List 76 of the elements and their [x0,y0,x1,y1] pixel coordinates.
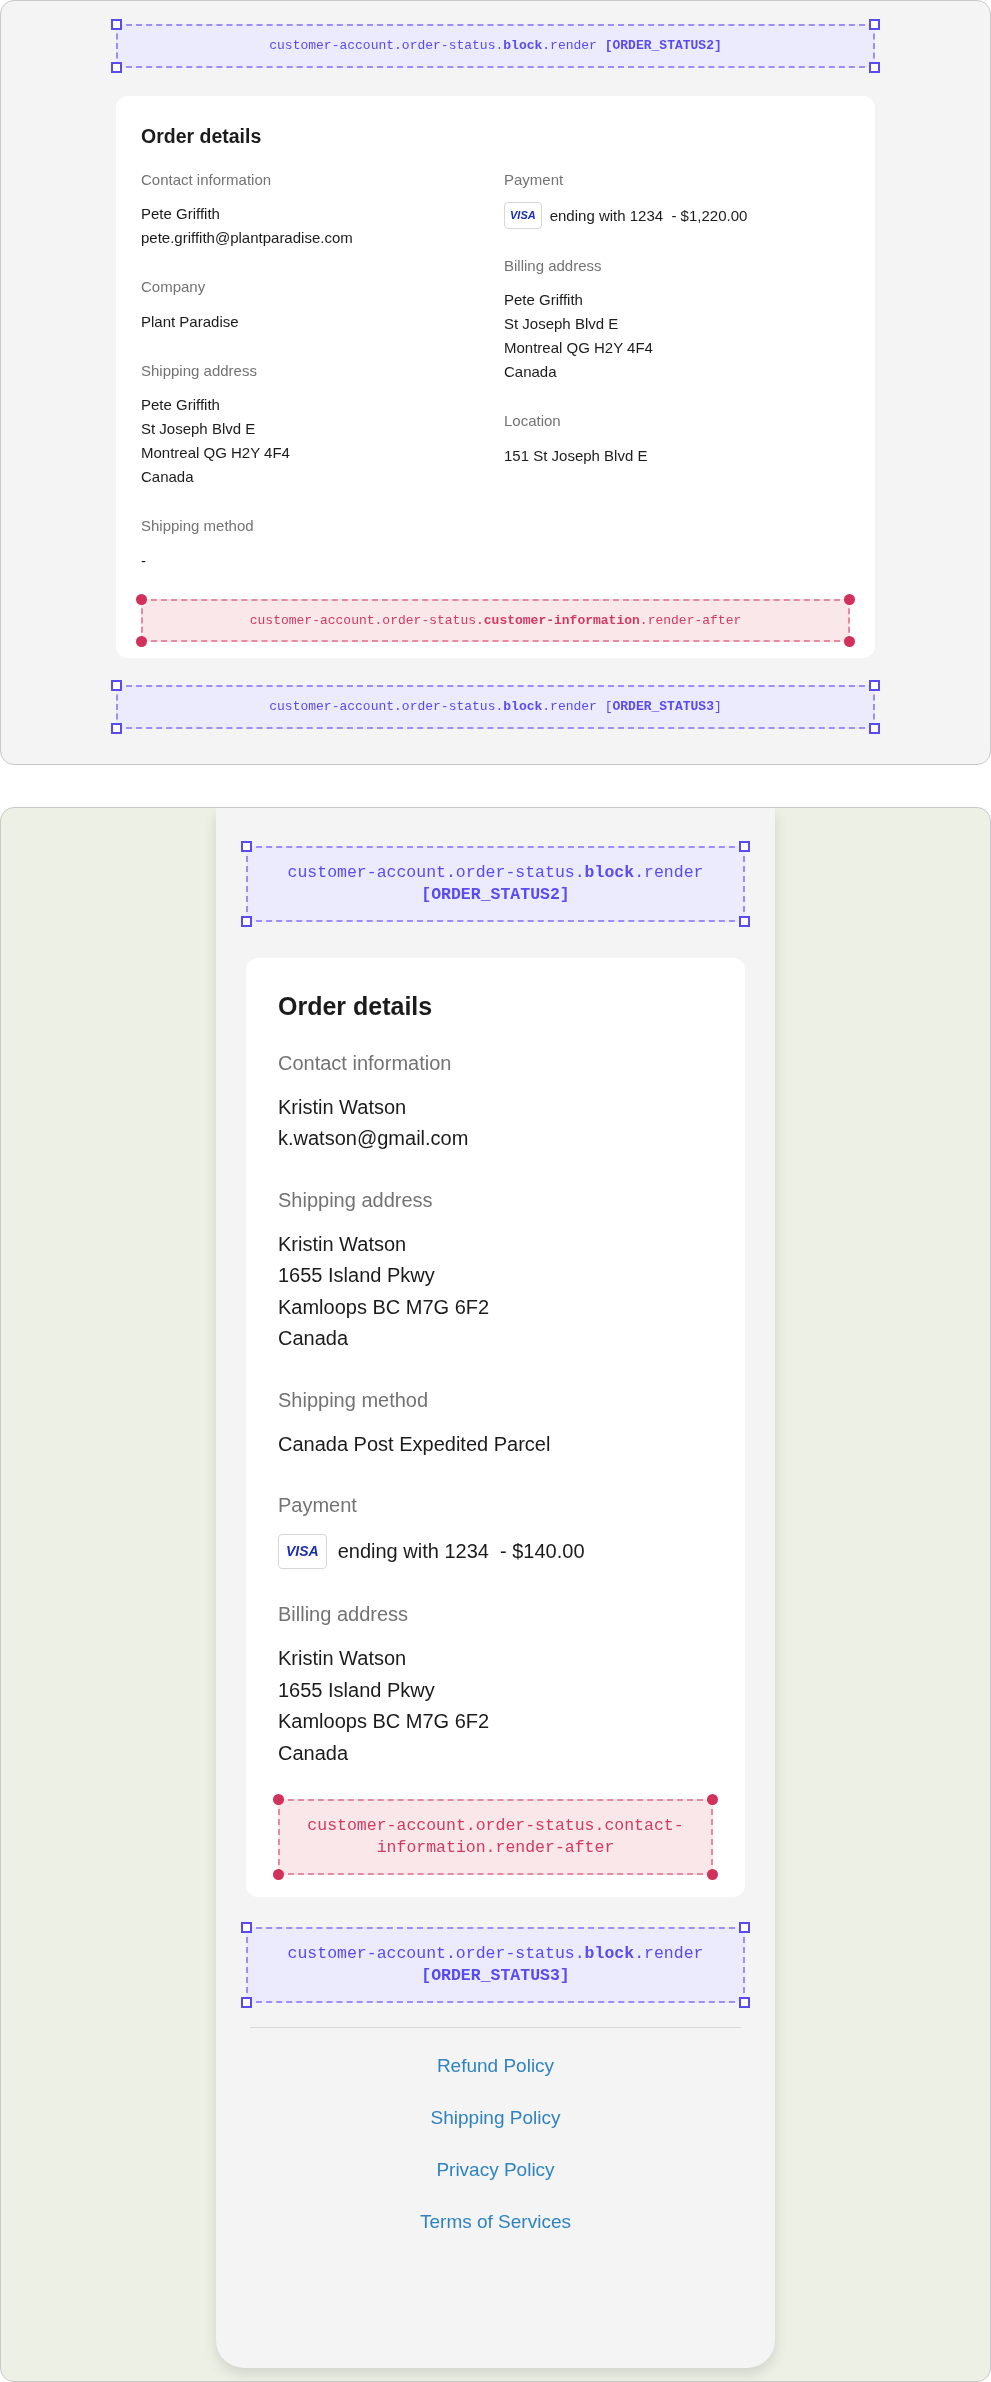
section-value: Montreal QG H2Y 4F4 [504,338,654,359]
footer-link[interactable]: Privacy Policy [436,2152,555,2188]
section-value: 1655 Island Pkwy [278,1677,436,1703]
corner-handle [869,61,880,73]
section-value: k.watson@gmail.com [278,1126,470,1151]
corner-handle [869,19,880,30]
card-title: Order details [141,123,263,149]
payment-text: ending with 1234 - $140.00 [337,1538,585,1564]
section-label: Location [504,411,562,432]
corner-handle [844,636,855,648]
corner-handle [869,680,880,692]
corner-handle [739,1922,750,1933]
section-value: Pete Griffith [141,204,221,225]
corner-handle [111,19,122,30]
section-label: Shipping address [278,1187,434,1213]
target-label: customer-account.order-status.block.render [ORDER_STATUS3] [287,1944,704,1985]
section-label: Contact information [278,1050,453,1076]
section-value: pete.griffith@plantparadise.com [141,228,354,249]
corner-handle [273,1794,284,1805]
section-value: Canada Post Expedited Parcel [278,1431,552,1457]
section-label: Shipping address [141,360,258,381]
corner-handle [241,841,252,852]
section-value: Kristin Watson [278,1231,408,1257]
section-value: Canada [141,467,195,488]
corner-handle [241,1997,252,2008]
section-label: Billing address [504,255,603,276]
section-label: Shipping method [278,1387,430,1413]
card-brand-logo: VISA [504,202,542,229]
section-value: Canada [278,1326,350,1351]
footer-link[interactable]: Terms of Services [420,2204,571,2240]
corner-handle [707,1869,718,1880]
section-value: - [141,550,147,571]
corner-handle [111,61,122,73]
section-value: St Joseph Blvd E [141,419,257,440]
section-value: Kamloops BC M7G 6F2 [278,1709,491,1734]
section-label: Shipping method [141,516,255,537]
target-label: customer-account.order-status.block.render [ORDER_STATUS2] [287,863,704,904]
target-label: customer-account.order-status.block.render [ORDER_STATUS3] [269,699,722,715]
section-value: Canada [278,1740,350,1766]
section-value: Canada [504,362,558,383]
section-label: Contact information [141,169,273,190]
card-brand-logo: VISA [278,1534,327,1569]
section-value: Kristin Watson [278,1094,408,1120]
section-value: Kamloops BC M7G 6F2 [278,1294,491,1320]
corner-handle [241,916,252,927]
card-title: Order details [278,991,434,1022]
payment-text: ending with 1234 - $1,220.00 [549,205,748,226]
footer-link[interactable]: Shipping Policy [430,2100,561,2136]
target-label: customer-account.order-status.block.render [ORDER_STATUS2] [269,38,722,53]
section-label: Company [141,277,207,298]
corner-handle [869,722,880,734]
section-label: Payment [504,169,565,190]
section-value: Plant Paradise [141,311,240,332]
corner-handle [739,841,750,852]
section-value: 1655 Island Pkwy [278,1263,436,1288]
corner-handle [111,680,122,692]
target-label: customer-account.order-status.contact-information.render-after [307,1816,684,1857]
section-value: St Joseph Blvd E [504,314,620,335]
section-value: Kristin Watson [278,1646,408,1671]
target-label: customer-account.order-status.customer-information.render-after [249,612,742,628]
corner-handle [739,916,750,927]
corner-handle [241,1922,252,1933]
corner-handle [707,1794,718,1805]
corner-handle [844,593,855,605]
section-value: Pete Griffith [141,395,221,416]
section-value: 151 St Joseph Blvd E [504,445,649,466]
section-value: Montreal QG H2Y 4F4 [141,443,291,464]
footer-link[interactable]: Refund Policy [436,2048,555,2084]
corner-handle [136,636,147,648]
corner-handle [273,1869,284,1880]
corner-handle [739,1997,750,2008]
corner-handle [111,722,122,734]
section-label: Billing address [278,1602,410,1627]
corner-handle [136,593,147,605]
section-label: Payment [278,1493,358,1518]
section-value: Pete Griffith [504,290,584,311]
